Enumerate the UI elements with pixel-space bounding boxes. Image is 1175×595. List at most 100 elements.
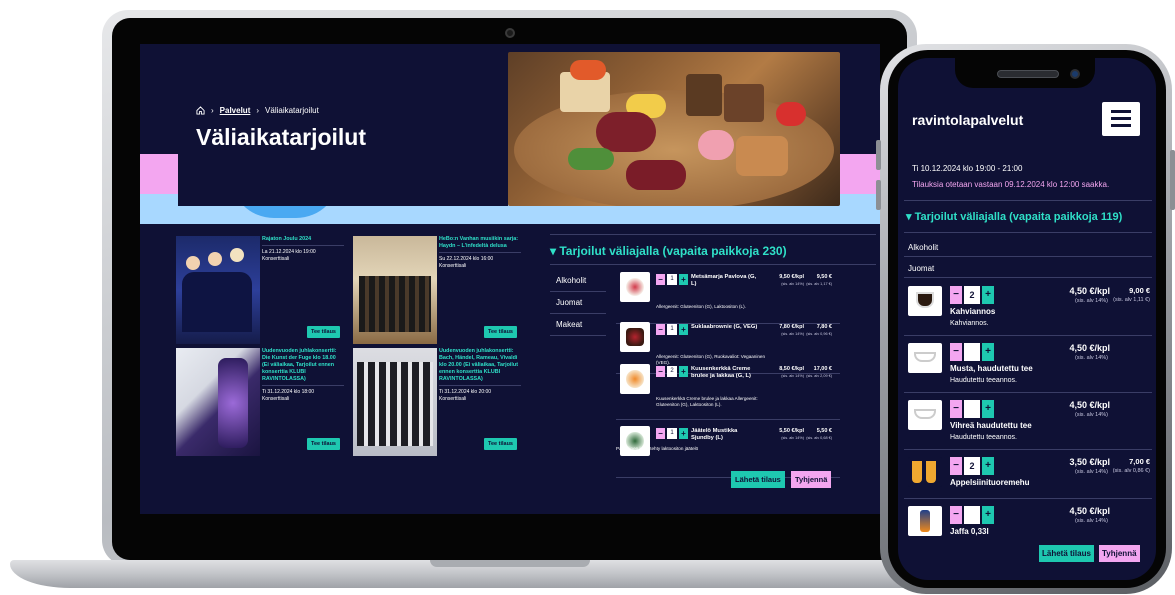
quantity-value[interactable]	[964, 343, 980, 361]
plus-button[interactable]: +	[679, 324, 688, 335]
unit-vat: (sis. alv 14%)	[1074, 518, 1108, 524]
line-vat: (sis. alv 0,68 €)	[806, 436, 832, 440]
plus-button[interactable]: +	[679, 274, 688, 285]
quantity-value[interactable]	[964, 506, 980, 524]
quantity-value[interactable]: 2	[667, 366, 677, 377]
product-name: Appelsiinituoremehu	[950, 478, 1030, 487]
order-button[interactable]: Tee tilaus	[484, 438, 517, 450]
hero-image	[508, 52, 840, 206]
send-order-button[interactable]: Lähetä tilaus	[731, 471, 785, 488]
food-meat	[596, 112, 656, 152]
minus-button[interactable]: −	[950, 457, 962, 475]
category-juomat[interactable]: Juomat	[904, 260, 1152, 278]
unit-price: 4,50 €/kpl	[1069, 286, 1110, 296]
offer-title-text: Tarjoilut väliajalla (vapaita paikkoja 1…	[914, 211, 1123, 223]
offer-title[interactable]: ▾ Tarjoilut väliajalla (vapaita paikkoja…	[550, 244, 787, 258]
line-total: 5,50 €	[816, 428, 832, 434]
event-title[interactable]: HeBo:n Vanhan musiikin sarja: Haydn – L'…	[439, 236, 521, 253]
order-button[interactable]: Tee tilaus	[307, 438, 340, 450]
food-meat-2	[626, 160, 686, 190]
unit-price: 9,50 €/kpl	[779, 274, 804, 280]
plus-button[interactable]: +	[679, 428, 688, 439]
unit-vat: (sis. alv 14%)	[781, 282, 804, 286]
food-strawberry	[776, 102, 806, 126]
minus-button[interactable]: −	[950, 400, 962, 418]
quantity-value[interactable]: 1	[667, 324, 677, 335]
product-name: Metsämarja Pavlova (G, L)	[691, 274, 757, 287]
quantity-value[interactable]: 2	[964, 457, 980, 475]
minus-button[interactable]: −	[950, 286, 962, 304]
quantity-stepper: − 1 +	[656, 428, 688, 439]
quantity-stepper: − 1 +	[656, 274, 688, 285]
minus-button[interactable]: −	[656, 366, 665, 377]
minus-button[interactable]: −	[950, 506, 962, 524]
quantity-stepper: − +	[950, 400, 994, 418]
unit-price: 3,50 €/kpl	[1069, 457, 1110, 467]
product-name: Kuusenkerkkä Creme brulee ja lakkaa (G, …	[691, 366, 751, 379]
product-name: Jäätelö Mustikka Sjundby (L)	[691, 428, 738, 441]
order-button[interactable]: Tee tilaus	[484, 326, 517, 338]
unit-vat: (sis. alv 14%)	[781, 374, 804, 378]
quantity-value[interactable]: 2	[964, 286, 980, 304]
offer-title[interactable]: ▾ Tarjoilut väliajalla (vapaita paikkoja…	[906, 210, 1122, 223]
unit-price: 5,50 €/kpl	[779, 428, 804, 434]
category-list: Alkoholit Juomat Makeat	[550, 270, 606, 336]
unit-price: 8,50 €/kpl	[779, 366, 804, 372]
product-row: − 2 + Kahviannos Kahviannos. 4,50 €/kpl …	[904, 280, 1152, 336]
event-title[interactable]: Rajaton Joulu 2024	[262, 236, 344, 246]
hamburger-menu-icon[interactable]	[1102, 102, 1140, 136]
plus-button[interactable]: +	[982, 343, 994, 361]
line-vat: (sis. alv 1,17 €)	[806, 282, 832, 286]
quantity-value[interactable]: 1	[667, 274, 677, 285]
plus-button[interactable]: +	[679, 366, 688, 377]
minus-button[interactable]: −	[656, 324, 665, 335]
laptop-camera	[505, 28, 515, 38]
category-alkoholit[interactable]: Alkoholit	[904, 239, 1152, 257]
product-description: Kahviannos.	[950, 320, 989, 327]
plus-button[interactable]: +	[982, 286, 994, 304]
phone-volume-down	[876, 180, 881, 210]
clear-button[interactable]: Tyhjennä	[791, 471, 832, 488]
product-name: Vihreä haudutettu tee	[950, 421, 1032, 430]
category-juomat[interactable]: Juomat	[550, 292, 606, 314]
minus-button[interactable]: −	[950, 343, 962, 361]
product-name: Jaffa 0,33l	[950, 527, 989, 536]
product-row: − + Vihreä haudutettu tee Haudutettu tee…	[904, 394, 1152, 450]
product-image	[620, 272, 650, 302]
unit-vat: (sis. alv 14%)	[1074, 469, 1108, 475]
quantity-value[interactable]: 1	[667, 428, 677, 439]
site-brand[interactable]: ravintolapalvelut	[912, 112, 1023, 128]
minus-button[interactable]: −	[656, 428, 665, 439]
unit-price: 4,50 €/kpl	[1069, 506, 1110, 516]
laptop-notch	[430, 560, 590, 567]
breadcrumb-link-palvelut[interactable]: Palvelut	[220, 106, 251, 115]
line-vat: (sis. alv 0,86 €)	[1112, 468, 1150, 474]
unit-vat: (sis. alv 14%)	[1074, 298, 1108, 304]
product-image	[908, 343, 942, 373]
quantity-stepper: − 2 +	[950, 286, 994, 304]
divider	[550, 264, 876, 265]
product-image	[620, 322, 650, 352]
product-image	[908, 286, 942, 316]
event-card: Uudenvuoden juhlakonsertti: Bach, Händel…	[353, 348, 521, 456]
plus-button[interactable]: +	[982, 506, 994, 524]
event-title[interactable]: Uudenvuoden juhlakonsertti: Die Kunst de…	[262, 348, 344, 386]
minus-button[interactable]: −	[656, 274, 665, 285]
clear-button[interactable]: Tyhjennä	[1099, 545, 1140, 562]
plus-button[interactable]: +	[982, 457, 994, 475]
plus-button[interactable]: +	[982, 400, 994, 418]
category-alkoholit[interactable]: Alkoholit	[550, 270, 606, 292]
quantity-value[interactable]	[964, 400, 980, 418]
home-icon[interactable]	[196, 106, 205, 115]
food-pastry	[736, 136, 788, 176]
event-title[interactable]: Uudenvuoden juhlakonsertti: Bach, Händel…	[439, 348, 521, 386]
product-description: Allergeenit: Gluteeniton (G), Laktoosito…	[656, 304, 746, 309]
category-makeat[interactable]: Makeat	[550, 314, 606, 336]
order-button[interactable]: Tee tilaus	[307, 326, 340, 338]
divider	[904, 232, 1152, 233]
event-venue: Konserttisali	[262, 395, 290, 402]
product-image	[908, 457, 942, 487]
event-venue: Konserttisali	[439, 262, 467, 269]
breadcrumb-separator: ›	[211, 106, 214, 115]
send-order-button[interactable]: Lähetä tilaus	[1039, 545, 1094, 562]
